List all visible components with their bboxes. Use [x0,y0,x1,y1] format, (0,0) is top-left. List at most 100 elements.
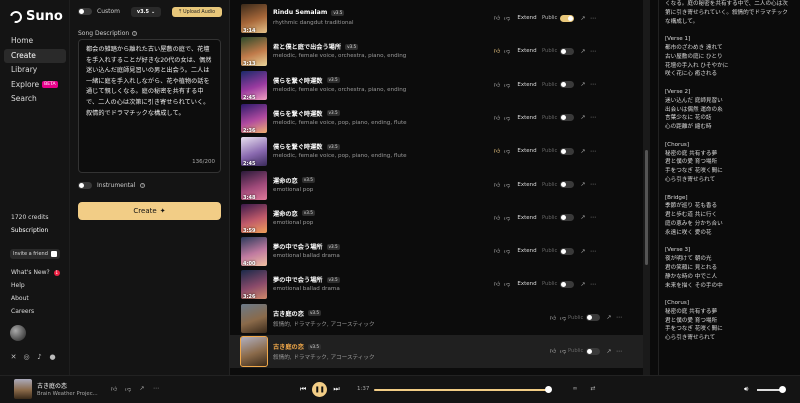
public-toggle[interactable]: Public [542,81,578,89]
upload-audio-button[interactable]: ⤒ Upload Audio [172,7,222,17]
public-toggle[interactable]: Public [542,147,578,155]
public-switch[interactable] [560,181,575,188]
extend-button[interactable]: Extend [512,182,542,188]
share-icon[interactable]: ↗ [578,148,588,155]
help-icon[interactable]: ? [132,31,138,36]
custom-toggle[interactable] [78,8,92,15]
share-icon[interactable]: ↗ [604,314,614,321]
more-icon[interactable]: ⋯ [588,281,598,288]
x-icon[interactable]: ✕ [10,354,17,361]
thumbs-down-icon[interactable]: 👎︎ [502,247,512,255]
song-title[interactable]: 運命の恋 v3.5 [273,176,315,185]
public-toggle[interactable]: Public [542,181,578,188]
thumbs-down-icon[interactable]: 👎︎ [502,214,512,222]
sidebar-item-search[interactable]: Search [4,92,66,107]
song-title[interactable]: 僕らを繋ぐ時運数 v3.5 [273,76,340,85]
song-cover[interactable] [241,303,267,333]
thumbs-down-icon[interactable]: 👎︎ [502,280,512,288]
song-title[interactable]: 夢の中で会う場所 v3.5 [273,242,340,251]
song-row[interactable]: 3:13 君と僕と庭で出会う場所 v3.5 melodic, female voice… [230,35,643,68]
sidebar-item-home[interactable]: Home [4,34,66,49]
thumbs-down-icon[interactable]: 👎︎ [123,385,133,393]
share-icon[interactable]: ↗ [578,281,588,288]
public-toggle[interactable]: Public [542,114,578,122]
song-row[interactable]: 2:36 僕らを繋ぐ時運数 v3.5 melodic, female voice, p… [230,102,643,135]
public-switch[interactable] [560,147,575,155]
share-icon[interactable]: ↗ [578,81,588,88]
more-icon[interactable]: ⋯ [588,181,598,188]
public-switch[interactable] [560,114,575,122]
song-row[interactable]: 4:00 夢の中で会う場所 v3.5 emotional ballad drama 👍︎… [230,235,643,268]
now-playing-title[interactable]: 古き庭の恋 [37,381,67,390]
thumbs-up-icon[interactable]: 👍︎ [492,114,502,122]
thumbs-up-icon[interactable]: 👍︎ [492,247,502,255]
song-row[interactable]: 古き庭の恋 v3.5 叙情的, ドラマチック, アコースティック 👍︎ 👎︎ Public… [230,302,643,335]
create-button[interactable]: Create ✦ [78,202,221,220]
more-icon[interactable]: ⋯ [588,148,598,155]
extend-button[interactable]: Extend [512,148,542,154]
song-description-input[interactable]: 都会の雑踏から離れた古い屋敷の庭で、花壇を手入れすることが好きな20代の女は、偶… [78,39,221,173]
thumbs-up-icon[interactable]: 👍︎ [492,14,502,22]
sidebar-item-explore[interactable]: Explore BETA [4,78,66,93]
thumbs-down-icon[interactable]: 👎︎ [502,14,512,22]
thumbs-down-icon[interactable]: 👎︎ [502,47,512,55]
song-title[interactable]: 僕らを繋ぐ時運数 v3.5 [273,142,340,151]
song-row[interactable]: 3:48 運命の恋 v3.5 emotional pop 👍︎ 👎︎ Extend Publi… [230,169,643,202]
share-icon[interactable]: ↗ [578,181,588,188]
more-icon[interactable]: ⋯ [614,348,624,355]
tiktok-icon[interactable]: ♪ [36,354,43,361]
invite-friend-button[interactable]: Invite a friend [10,249,60,259]
whats-new-link[interactable]: What's New? 1 [11,266,60,279]
instrumental-toggle[interactable] [78,182,92,189]
song-title[interactable]: 運命の恋 v3.5 [273,209,315,218]
public-toggle[interactable]: Public [542,214,578,222]
help-link[interactable]: Help [11,279,60,292]
list-scrollbar[interactable] [643,0,650,375]
public-toggle[interactable]: Public [542,280,578,288]
song-title[interactable]: 古き庭の恋 v3.5 [273,309,322,318]
version-select[interactable]: v3.5 ⌄ [131,7,161,17]
more-icon[interactable]: ⋯ [151,385,161,393]
share-icon[interactable]: ↗ [578,48,588,55]
extend-button[interactable]: Extend [512,281,542,287]
thumbs-up-icon[interactable]: 👍︎ [109,385,119,393]
song-title[interactable]: 君と僕と庭で出会う場所 v3.5 [273,42,359,51]
thumbs-up-icon[interactable]: 👍︎ [492,147,502,155]
thumbs-down-icon[interactable]: 👎︎ [558,347,568,355]
extend-button[interactable]: Extend [512,82,542,88]
song-title[interactable]: 古き庭の恋 v3.5 [273,342,322,351]
public-switch[interactable] [560,214,575,222]
public-switch[interactable] [560,47,575,55]
thumbs-up-icon[interactable]: 👍︎ [492,181,502,189]
scrollbar-thumb[interactable] [645,150,648,265]
more-icon[interactable]: ⋯ [588,81,598,88]
song-title[interactable]: 夢の中で会う場所 v3.5 [273,275,340,284]
song-title[interactable]: 僕らを繋ぐ時運数 v3.5 [273,109,340,118]
public-switch[interactable] [560,280,575,288]
song-row[interactable]: 3:59 運命の恋 v3.5 emotional pop 👍︎ 👎︎ Extend Publi… [230,202,643,235]
now-playing-cover[interactable] [14,379,32,399]
public-toggle[interactable]: Public [542,47,578,55]
volume-slider[interactable] [757,386,787,393]
help-icon[interactable]: ? [140,183,146,188]
song-cover[interactable] [240,336,268,367]
link-icon[interactable]: ∞ [570,385,580,392]
public-toggle[interactable]: Public [542,247,578,255]
extend-button[interactable]: Extend [512,248,542,254]
share-icon[interactable]: ↗ [137,385,147,393]
more-icon[interactable]: ⋯ [588,248,598,255]
share-icon[interactable]: ↗ [604,348,614,355]
public-toggle[interactable]: Public [568,314,604,322]
thumbs-up-icon[interactable]: 👍︎ [492,81,502,89]
song-row[interactable]: 古き庭の恋 v3.5 叙情的, ドラマチック, アコースティック 👍︎ 👎︎ Public… [230,335,643,368]
share-icon[interactable]: ↗ [578,114,588,121]
share-icon[interactable]: ↗ [578,248,588,255]
extend-button[interactable]: Extend [512,215,542,221]
thumbs-up-icon[interactable]: 👍︎ [492,280,502,288]
public-switch[interactable] [560,81,575,89]
repeat-icon[interactable]: ⇄ [588,385,598,392]
thumbs-down-icon[interactable]: 👎︎ [502,114,512,122]
volume-icon[interactable]: 🔊︎ [744,385,748,394]
thumbs-up-icon[interactable]: 👍︎ [548,347,558,355]
more-icon[interactable]: ⋯ [588,48,598,55]
